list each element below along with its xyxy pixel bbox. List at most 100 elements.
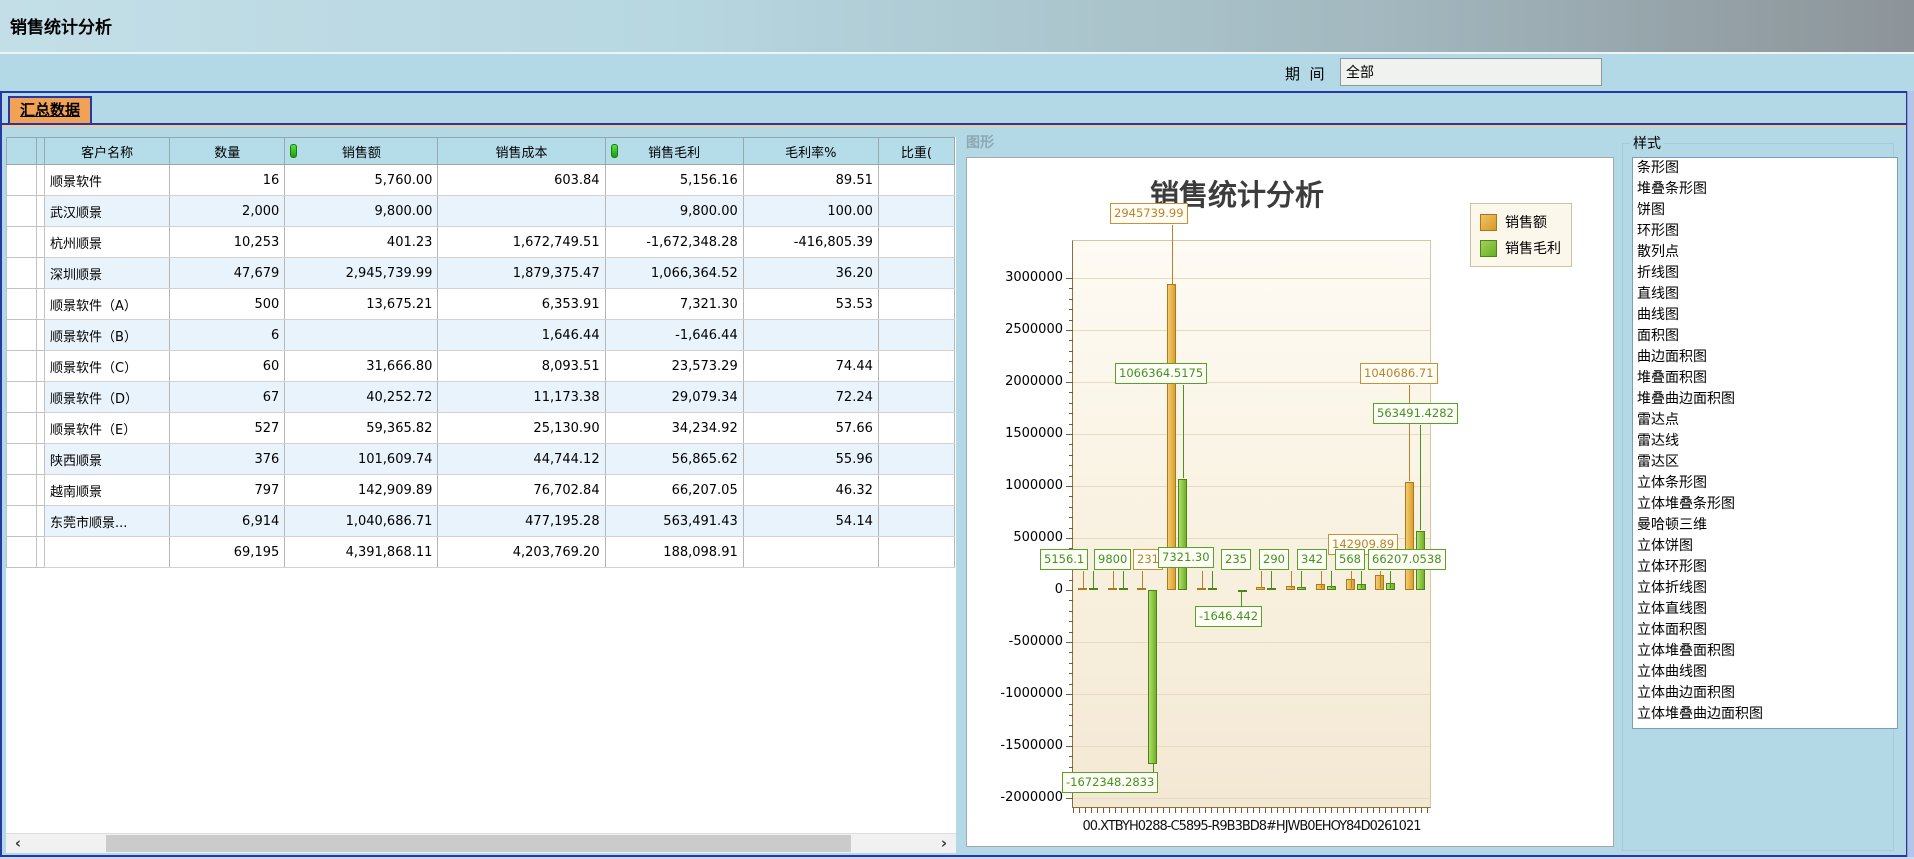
style-list-item[interactable]: 堆叠面积图 — [1633, 368, 1897, 389]
row-header-cell[interactable] — [7, 413, 37, 444]
table-cell: 5,760.00 — [285, 165, 438, 196]
style-list-item[interactable]: 立体曲边面积图 — [1633, 683, 1897, 704]
style-list-item[interactable]: 曲边面积图 — [1633, 347, 1897, 368]
style-list-item[interactable]: 雷达区 — [1633, 452, 1897, 473]
column-header[interactable]: 比重( — [878, 138, 954, 165]
y-axis-tick — [1066, 642, 1073, 643]
chart-style-listbox[interactable]: 条形图堆叠条形图饼图环形图散列点折线图直线图曲线图面积图曲边面积图堆叠面积图堆叠… — [1632, 157, 1898, 729]
style-list-item[interactable]: 堆叠条形图 — [1633, 179, 1897, 200]
style-list-item[interactable]: 雷达点 — [1633, 410, 1897, 431]
bar-销售毛利 — [1119, 588, 1128, 590]
x-axis-tick — [1103, 808, 1104, 813]
style-list-item[interactable]: 立体堆叠条形图 — [1633, 494, 1897, 515]
style-list-item[interactable]: 饼图 — [1633, 200, 1897, 221]
table-cell — [878, 165, 954, 196]
style-list-item[interactable]: 面积图 — [1633, 326, 1897, 347]
y-axis-minor-tick — [1069, 372, 1073, 373]
style-list-item[interactable]: 立体面积图 — [1633, 620, 1897, 641]
x-axis-tick — [1325, 808, 1326, 813]
tab-summary-data[interactable]: 汇总数据 — [8, 96, 92, 123]
legend-label-profit: 销售毛利 — [1505, 238, 1561, 258]
label-stem — [1361, 571, 1362, 588]
table-cell — [878, 444, 954, 475]
table-cell: 69,195 — [170, 537, 285, 568]
style-list-item[interactable]: 堆叠曲边面积图 — [1633, 389, 1897, 410]
row-header-cell[interactable] — [7, 475, 37, 506]
x-axis-tick — [1421, 808, 1422, 813]
bar-销售毛利 — [1148, 590, 1157, 764]
table-cell: 25,130.90 — [438, 413, 605, 444]
style-list-item[interactable]: 直线图 — [1633, 284, 1897, 305]
y-axis-tick — [1066, 590, 1073, 591]
style-list-item[interactable]: 立体曲线图 — [1633, 662, 1897, 683]
table-cell: 顺景软件（B） — [45, 320, 170, 351]
style-list-item[interactable]: 曼哈顿三维 — [1633, 515, 1897, 536]
row-header-cell[interactable] — [7, 382, 37, 413]
table-header-row: 客户名称数量销售额销售成本销售毛利毛利率%比重( — [7, 138, 955, 165]
scroll-left-icon[interactable]: ‹ — [8, 834, 28, 853]
chart-plot: 3000000250000020000001500000100000050000… — [1072, 240, 1431, 808]
style-list-item[interactable]: 环形图 — [1633, 221, 1897, 242]
style-list-item[interactable]: 雷达线 — [1633, 431, 1897, 452]
column-header[interactable]: 数量 — [170, 138, 285, 165]
x-axis-tick — [1283, 808, 1284, 813]
column-header[interactable]: 销售额 — [285, 138, 438, 165]
row-header-cell — [7, 537, 37, 568]
style-list-item[interactable]: 折线图 — [1633, 263, 1897, 284]
chart-data-label: 290 — [1259, 549, 1289, 570]
column-header[interactable]: 客户名称 — [45, 138, 170, 165]
x-axis-tick — [1091, 808, 1092, 813]
style-list-item[interactable]: 立体堆叠面积图 — [1633, 641, 1897, 662]
table-cell — [878, 506, 954, 537]
y-axis-minor-tick — [1069, 736, 1073, 737]
panel-right-strip — [1907, 91, 1914, 857]
style-list-item[interactable]: 立体条形图 — [1633, 473, 1897, 494]
style-list-item[interactable]: 立体环形图 — [1633, 557, 1897, 578]
table-row: 顺景软件（D）6740,252.7211,173.3829,079.3472.2… — [7, 382, 955, 413]
gridline — [1073, 486, 1430, 487]
row-header-cell[interactable] — [7, 258, 37, 289]
row-header-cell[interactable] — [7, 351, 37, 382]
row-header-cell[interactable] — [7, 320, 37, 351]
y-axis-minor-tick — [1069, 351, 1073, 352]
table-cell: 13,675.21 — [285, 289, 438, 320]
y-axis-tick-label: 500000 — [991, 530, 1063, 545]
x-axis-tick — [1355, 808, 1356, 813]
style-list-item[interactable]: 立体堆叠曲边面积图 — [1633, 704, 1897, 725]
x-axis-tick — [1241, 808, 1242, 813]
style-list-item[interactable]: 立体直线图 — [1633, 599, 1897, 620]
style-list-item[interactable]: 散列点 — [1633, 242, 1897, 263]
y-axis-minor-tick — [1069, 621, 1073, 622]
table-cell — [438, 196, 605, 227]
x-axis-tick — [1193, 808, 1194, 813]
period-input[interactable] — [1340, 58, 1602, 86]
x-axis-tick — [1151, 808, 1152, 813]
table-row: 顺景软件（B）61,646.44-1,646.44 — [7, 320, 955, 351]
column-header[interactable]: 毛利率% — [743, 138, 878, 165]
style-list-item[interactable]: 立体饼图 — [1633, 536, 1897, 557]
x-axis-tick — [1109, 808, 1110, 813]
table-cell: 4,203,769.20 — [438, 537, 605, 568]
horizontal-scrollbar[interactable]: ‹ › — [6, 833, 956, 853]
style-list-item[interactable]: 条形图 — [1633, 158, 1897, 179]
style-list-item[interactable]: 立体折线图 — [1633, 578, 1897, 599]
scrollbar-thumb[interactable] — [106, 835, 851, 852]
x-axis-tick — [1073, 808, 1074, 813]
row-header-cell[interactable] — [7, 289, 37, 320]
y-axis-minor-tick — [1069, 632, 1073, 633]
label-connector — [1241, 591, 1242, 606]
scroll-right-icon[interactable]: › — [934, 834, 954, 853]
gridline — [1073, 642, 1430, 643]
row-header-cell[interactable] — [7, 506, 37, 537]
x-axis-tick — [1229, 808, 1230, 813]
row-header-cell[interactable] — [7, 444, 37, 475]
y-axis-minor-tick — [1069, 580, 1073, 581]
column-header[interactable]: 销售毛利 — [605, 138, 743, 165]
row-header-cell[interactable] — [7, 227, 37, 258]
row-header-cell[interactable] — [7, 165, 37, 196]
column-header[interactable]: 销售成本 — [438, 138, 605, 165]
table-cell: 武汉顺景 — [45, 196, 170, 227]
chart-data-label: 1040686.71 — [1360, 363, 1438, 384]
style-list-item[interactable]: 曲线图 — [1633, 305, 1897, 326]
row-header-cell[interactable] — [7, 196, 37, 227]
